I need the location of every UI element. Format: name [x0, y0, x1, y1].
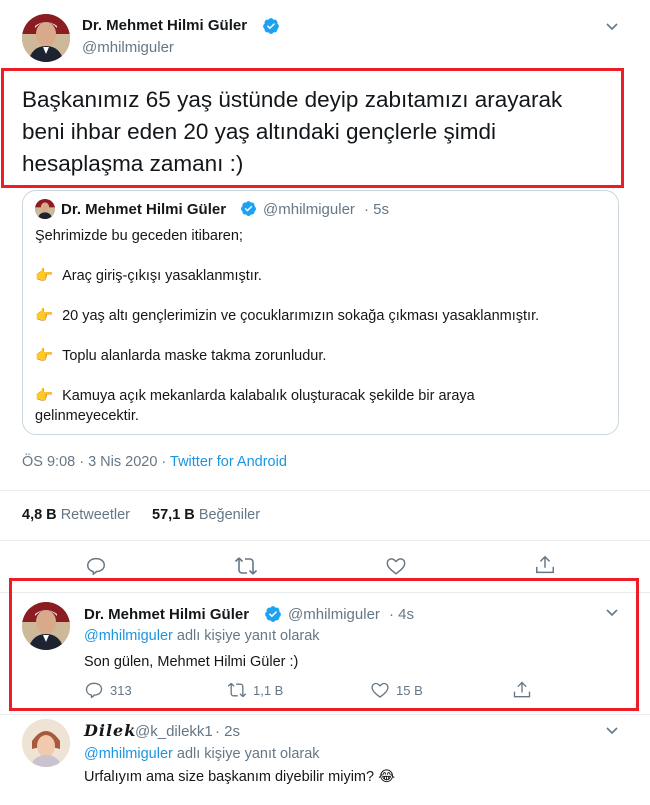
quoted-tweet-time: · 5s [364, 201, 390, 218]
list-item: 👉 Araç giriş-çıkışı yasaklanmıştır. [35, 266, 610, 286]
quoted-intro: Şehrimizde bu geceden itibaren; [35, 228, 243, 244]
reply1-author-avatar[interactable] [22, 602, 70, 650]
list-item-text: Araç giriş-çıkışı yasaklanmıştır. [62, 268, 262, 284]
reply1-author-name[interactable]: Dr. Mehmet Hilmi Güler [84, 606, 249, 623]
reply1-like-action[interactable]: 15 B [370, 680, 423, 700]
list-item: 👉 Toplu alanlarda maske takma zorunludur… [35, 346, 610, 366]
reply1-reply-action[interactable]: 313 [84, 680, 132, 700]
main-tweet-line: hesaplaşma zamanı :) [22, 151, 244, 176]
verified-icon [262, 17, 280, 40]
divider [0, 490, 650, 491]
list-item-text: Kamuya açık mekanlarda kalabalık oluştur… [62, 388, 475, 404]
tweet-timestamp[interactable]: ÖS 9:08 · 3 Nis 2020 · [22, 454, 170, 470]
likes-label: Beğeniler [198, 507, 261, 523]
chevron-down-icon[interactable] [604, 18, 620, 39]
like-icon [371, 682, 389, 698]
divider [0, 540, 650, 541]
reply1-retweets-count: 1,1 B [253, 682, 284, 698]
quoted-author-avatar [35, 199, 55, 219]
reply1-text: Son gülen, Mehmet Hilmi Güler :) [84, 654, 299, 670]
list-item-text: gelinmeyecektir. [35, 408, 139, 424]
main-tweet-line: Başkanımız 65 yaş üstünde deyip zabıtamı… [22, 87, 563, 112]
reply2-time[interactable]: · 2s [215, 723, 240, 740]
main-tweet-line: beni ihbar eden 20 yaş altındaki gençler… [22, 119, 497, 144]
share-icon[interactable] [512, 680, 532, 705]
main-tweet-text: Başkanımız 65 yaş üstünde deyip zabıtamı… [22, 84, 562, 180]
reply2-to-suffix: adlı kişiye yanıt olarak [172, 746, 320, 762]
list-item-text: Toplu alanlarda maske takma zorunludur. [62, 348, 327, 364]
tweet-meta: ÖS 9:08 · 3 Nis 2020 · Twitter for Andro… [22, 454, 287, 470]
pointing-hand-icon: 👉 [35, 388, 54, 404]
chevron-down-icon[interactable] [604, 722, 620, 743]
tweet-stats: 4,8 B Retweetler 57,1 B Beğeniler [22, 507, 260, 523]
reply2-to-handle[interactable]: @mhilmiguler [84, 746, 173, 762]
chevron-down-icon[interactable] [604, 604, 620, 625]
main-author-name[interactable]: Dr. Mehmet Hilmi Güler [82, 17, 247, 34]
reply1-to-suffix: adlı kişiye yanıt olarak [172, 628, 320, 644]
divider [0, 714, 650, 715]
verified-icon [240, 200, 257, 222]
list-item-text: 20 yaş altı gençlerimizin ve çocuklarımı… [62, 308, 540, 324]
likes-stat[interactable]: 57,1 B Beğeniler [152, 507, 260, 523]
quoted-tweet-body: Şehrimizde bu geceden itibaren; 👉 Araç g… [35, 226, 610, 426]
list-item: 👉 20 yaş altı gençlerimizin ve çocukları… [35, 306, 610, 326]
main-author-avatar[interactable] [22, 14, 70, 62]
share-icon[interactable] [534, 554, 556, 581]
retweets-stat[interactable]: 4,8 B Retweetler [22, 507, 130, 523]
reply1-context: @mhilmiguler adlı kişiye yanıt olarak [84, 628, 320, 644]
reply1-replies-count: 313 [110, 682, 132, 698]
quoted-author-name: Dr. Mehmet Hilmi Güler [61, 201, 227, 218]
quoted-author-handle: @mhilmiguler [263, 201, 355, 218]
pointing-hand-icon: 👉 [35, 348, 54, 364]
reply2-author-avatar[interactable] [22, 719, 70, 767]
reply2-context: @mhilmiguler adlı kişiye yanıt olarak [84, 746, 320, 762]
reply1-time[interactable]: · 4s [389, 606, 414, 623]
retweets-count: 4,8 B [22, 507, 57, 523]
likes-count: 57,1 B [152, 507, 195, 523]
retweets-label: Retweetler [60, 507, 131, 523]
reply-icon [85, 682, 103, 699]
reply1-likes-count: 15 B [396, 682, 423, 698]
reply2-author-name[interactable]: Dilek [84, 721, 136, 740]
reply2-author-handle[interactable]: @k_dilekk1 [135, 723, 213, 740]
retweet-icon [227, 682, 247, 698]
pointing-hand-icon: 👉 [35, 268, 54, 284]
tweet-source-link[interactable]: Twitter for Android [170, 454, 287, 470]
reply2-text: Urfalıyım ama size başkanım diyebilir mi… [84, 769, 396, 785]
main-author-handle[interactable]: @mhilmiguler [82, 39, 174, 56]
pointing-hand-icon: 👉 [35, 308, 54, 324]
list-item: 👉 Kamuya açık mekanlarda kalabalık oluşt… [35, 386, 610, 406]
verified-icon [264, 605, 282, 628]
reply1-to-handle[interactable]: @mhilmiguler [84, 628, 173, 644]
reply1-retweet-action[interactable]: 1,1 B [227, 680, 283, 700]
reply1-author-handle[interactable]: @mhilmiguler [288, 606, 380, 623]
